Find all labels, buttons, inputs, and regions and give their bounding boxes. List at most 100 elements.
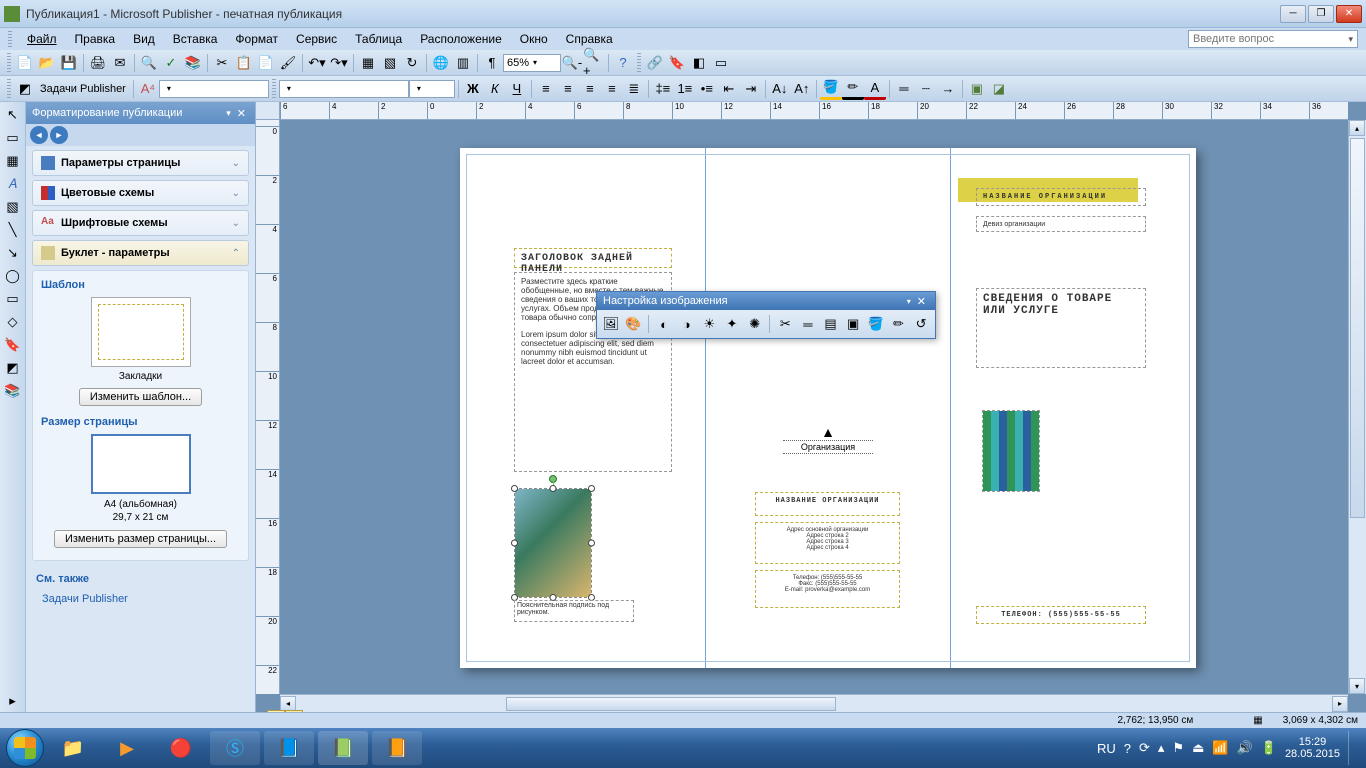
expand-toolbox[interactable]: ▸ — [2, 690, 24, 712]
redo-button[interactable]: ↷▾ — [328, 52, 350, 74]
format-picture-button[interactable]: 🪣 — [865, 313, 887, 335]
paste-button[interactable]: 📄 — [255, 52, 277, 74]
align-center-button[interactable]: ≡ — [557, 78, 579, 100]
menu-format[interactable]: Формат — [228, 30, 285, 48]
change-template-button[interactable]: Изменить шаблон... — [79, 388, 202, 406]
selected-image[interactable] — [514, 488, 592, 598]
scroll-thumb[interactable] — [506, 697, 836, 711]
menu-insert[interactable]: Вставка — [166, 30, 225, 48]
font-select[interactable]: ▾ — [279, 80, 409, 98]
resize-handle[interactable] — [511, 540, 518, 547]
tray-battery-icon[interactable]: 🔋 — [1261, 740, 1277, 756]
panel2-logo[interactable]: ▲ Организация — [783, 424, 873, 454]
bold-button[interactable]: Ж — [462, 78, 484, 100]
toolbar-close-button[interactable]: ✕ — [914, 295, 929, 308]
scroll-thumb[interactable] — [1350, 138, 1365, 518]
wordart-tool[interactable]: 𝐴 — [2, 173, 24, 195]
tray-lang[interactable]: RU — [1097, 741, 1116, 756]
research-button[interactable]: 📚 — [182, 52, 204, 74]
tray-clock[interactable]: 15:29 28.05.2015 — [1285, 736, 1340, 760]
tray-help-icon[interactable]: ? — [1124, 741, 1131, 756]
select-tool[interactable]: ↖ — [2, 104, 24, 126]
underline-button[interactable]: Ч — [506, 78, 528, 100]
toolbar-options-dropdown[interactable]: ▾ — [904, 297, 914, 306]
tray-volume-icon[interactable]: 🔊 — [1237, 740, 1253, 756]
canvas[interactable]: ЗАГОЛОВОК ЗАДНЕЙ ПАНЕЛИ Разместите здесь… — [280, 120, 1348, 694]
bullets-button[interactable]: •≡ — [696, 78, 718, 100]
resize-handle[interactable] — [550, 485, 557, 492]
tray-network-icon[interactable]: 📶 — [1212, 740, 1228, 756]
section-page-params[interactable]: Параметры страницы ⌄ — [32, 150, 249, 176]
panel3-orgname-box[interactable]: НАЗВАНИЕ ОРГАНИЗАЦИИ — [976, 188, 1146, 206]
increase-font-button[interactable]: A↑ — [791, 78, 813, 100]
scroll-up-button[interactable]: ▴ — [1349, 120, 1365, 136]
rotate-button[interactable]: ↻ — [401, 52, 423, 74]
taskbar-chrome[interactable]: 🔴 — [156, 731, 206, 765]
scroll-down-button[interactable]: ▾ — [1349, 678, 1365, 694]
arrow-tool[interactable]: ↘ — [2, 242, 24, 264]
save-button[interactable]: 💾 — [58, 52, 80, 74]
vertical-scrollbar[interactable]: ▴ ▾ — [1348, 120, 1366, 694]
less-brightness-button[interactable]: ✦ — [721, 313, 743, 335]
menu-arrange[interactable]: Расположение — [413, 30, 509, 48]
horizontal-scrollbar[interactable]: ◂ ▸ — [280, 694, 1348, 712]
align-left-button[interactable]: ≡ — [535, 78, 557, 100]
insert-picture-button[interactable]: 🖼 — [600, 313, 622, 335]
menu-view[interactable]: Вид — [126, 30, 162, 48]
panel3-phone-box[interactable]: ТЕЛЕФОН: (555)555-55-55 — [976, 606, 1146, 624]
panel3-slogan-box[interactable]: Девиз организации — [976, 216, 1146, 232]
decrease-indent-button[interactable]: ⇤ — [718, 78, 740, 100]
panel1-caption-box[interactable]: Пояснительная подпись под рисунком. — [514, 600, 634, 622]
compress-button[interactable]: ▣ — [842, 313, 864, 335]
show-desktop-button[interactable] — [1348, 731, 1356, 765]
change-page-size-button[interactable]: Изменить размер страницы... — [54, 530, 227, 548]
start-button[interactable] — [6, 729, 44, 767]
maximize-button[interactable]: ❐ — [1308, 5, 1334, 23]
style-select[interactable]: ▾ — [159, 80, 269, 98]
text-box-tool[interactable]: ▭ — [2, 127, 24, 149]
design-gallery-tool[interactable]: ◩ — [2, 357, 24, 379]
styles-button[interactable]: A⁴ — [137, 78, 159, 100]
more-brightness-button[interactable]: ☀ — [699, 313, 721, 335]
format-painter-button[interactable]: 🖌 — [277, 52, 299, 74]
section-font-schemes[interactable]: Aa Шрифтовые схемы ⌄ — [32, 210, 249, 236]
rectangle-tool[interactable]: ▭ — [2, 288, 24, 310]
font-size-select[interactable]: ▾ — [409, 80, 455, 98]
columns-button[interactable]: ▥ — [452, 52, 474, 74]
menu-help[interactable]: Справка — [559, 30, 620, 48]
picture-toolbar[interactable]: Настройка изображения ▾ ✕ 🖼 🎨 ◐ ◑ ☀ ✦ ✺ … — [596, 291, 936, 339]
new-button[interactable]: 📄 — [14, 52, 36, 74]
increase-indent-button[interactable]: ⇥ — [740, 78, 762, 100]
line-spacing-button[interactable]: ‡≡ — [652, 78, 674, 100]
special-chars-button[interactable]: ¶ — [481, 52, 503, 74]
bookmark-button[interactable]: 🔖 — [666, 52, 688, 74]
mail-button[interactable]: ✉ — [109, 52, 131, 74]
task-pane-dropdown[interactable]: ▾ — [223, 108, 234, 119]
autoshapes-tool[interactable]: ◇ — [2, 311, 24, 333]
spelling-button[interactable]: ✓ — [160, 52, 182, 74]
section-color-schemes[interactable]: Цветовые схемы ⌄ — [32, 180, 249, 206]
tray-show-hidden-icon[interactable]: ▴ — [1158, 740, 1165, 756]
taskbar-publisher[interactable]: 📗 — [318, 731, 368, 765]
content-library-tool[interactable]: 📚 — [2, 380, 24, 402]
close-button[interactable]: ✕ — [1336, 5, 1362, 23]
section-booklet-params[interactable]: Буклет - параметры ⌃ — [32, 240, 249, 266]
menu-table[interactable]: Таблица — [348, 30, 409, 48]
see-also-link[interactable]: Задачи Publisher — [32, 589, 249, 609]
help-question-input[interactable]: Введите вопрос▾ — [1188, 30, 1358, 48]
resize-handle[interactable] — [588, 540, 595, 547]
taskbar-powerpoint[interactable]: 📙 — [372, 731, 422, 765]
nav-back-button[interactable]: ◄ — [30, 126, 48, 144]
arrow-style-button[interactable]: → — [937, 78, 959, 100]
line-style-button[interactable]: ═ — [893, 78, 915, 100]
resize-handle[interactable] — [511, 485, 518, 492]
nav-forward-button[interactable]: ► — [50, 126, 68, 144]
task-pane-close[interactable]: ✕ — [234, 107, 249, 120]
oval-tool[interactable]: ◯ — [2, 265, 24, 287]
line-style-button[interactable]: ═ — [797, 313, 819, 335]
line-tool[interactable]: ╲ — [2, 219, 24, 241]
preview-button[interactable]: 🔍 — [138, 52, 160, 74]
cut-button[interactable]: ✂ — [211, 52, 233, 74]
form-button[interactable]: ▭ — [710, 52, 732, 74]
panel3-heading-box[interactable]: СВЕДЕНИЯ О ТОВАРЕ ИЛИ УСЛУГЕ — [976, 288, 1146, 368]
